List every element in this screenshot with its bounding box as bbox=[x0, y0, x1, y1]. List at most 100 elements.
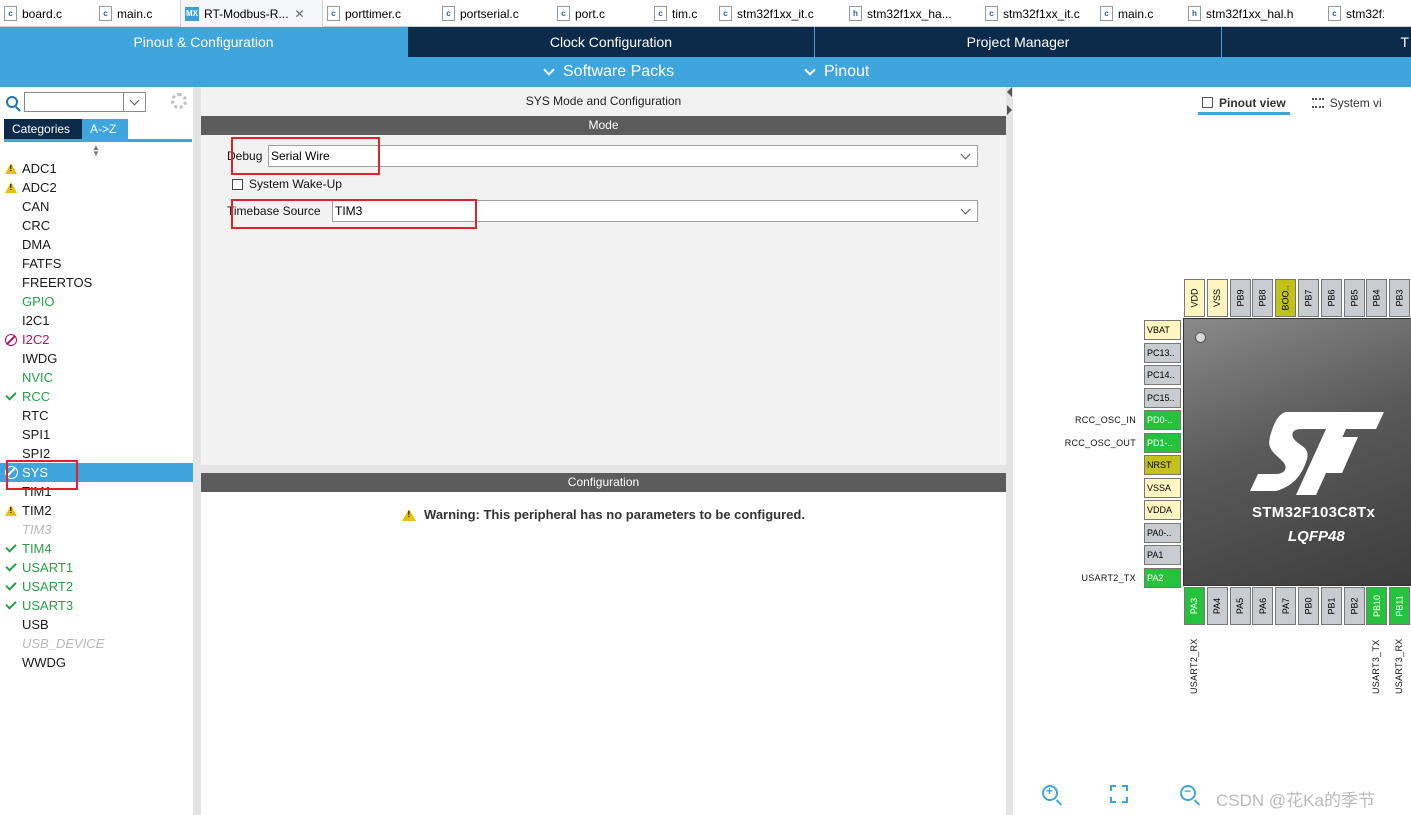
pin-vdd[interactable]: VDD bbox=[1184, 279, 1205, 317]
pin-vdda[interactable]: VDDA bbox=[1144, 500, 1181, 520]
close-icon[interactable]: ✕ bbox=[294, 7, 304, 21]
panel-divider[interactable] bbox=[201, 465, 1006, 473]
sidebar-item-i2c1[interactable]: I2C1 bbox=[0, 311, 193, 330]
sidebar-item-adc1[interactable]: ADC1 bbox=[0, 159, 193, 178]
editor-tab[interactable]: c main.c bbox=[95, 0, 180, 27]
editor-tab[interactable]: h stm32f1xx_hal.h bbox=[1184, 0, 1324, 27]
wakeup-checkbox[interactable] bbox=[232, 178, 243, 190]
tab-pinout-configuration[interactable]: Pinout & Configuration bbox=[0, 27, 407, 57]
sidebar-item-iwdg[interactable]: IWDG bbox=[0, 349, 193, 368]
pin-pc14[interactable]: PC14.. bbox=[1144, 365, 1181, 385]
editor-tab[interactable]: c portserial.c bbox=[438, 0, 553, 27]
sidebar-item-adc2[interactable]: ADC2 bbox=[0, 178, 193, 197]
sidebar-item-label: USART2 bbox=[22, 579, 74, 594]
pin-pb8[interactable]: PB8 bbox=[1252, 279, 1274, 317]
pin-nrst[interactable]: NRST bbox=[1144, 455, 1181, 475]
editor-tab[interactable]: c board.c bbox=[0, 0, 95, 27]
sidebar-item-usart1[interactable]: USART1 bbox=[0, 558, 193, 577]
pin-pa6[interactable]: PA6 bbox=[1252, 587, 1274, 625]
pin-pd1[interactable]: PD1-.. bbox=[1144, 432, 1181, 453]
pin-vssa[interactable]: VSSA bbox=[1144, 477, 1181, 498]
search-dropdown-button[interactable] bbox=[124, 92, 146, 112]
search-input[interactable] bbox=[24, 92, 124, 112]
editor-tab[interactable]: c stm32f1x bbox=[1324, 0, 1384, 27]
sidebar-item-usb[interactable]: USB bbox=[0, 615, 193, 634]
pin-pd0[interactable]: PD0-.. bbox=[1144, 410, 1181, 430]
pin-pb1[interactable]: PB1 bbox=[1320, 587, 1342, 625]
pin-pb11[interactable]: PB11 bbox=[1389, 587, 1411, 625]
wakeup-row[interactable]: System Wake-Up bbox=[232, 177, 342, 191]
editor-tab[interactable]: h stm32f1xx_ha... bbox=[845, 0, 981, 27]
pin-pb2[interactable]: PB2 bbox=[1343, 587, 1365, 625]
sidebar-item-rcc[interactable]: RCC bbox=[0, 387, 193, 406]
pin-pa5[interactable]: PA5 bbox=[1229, 587, 1251, 625]
tab-categories[interactable]: Categories bbox=[4, 119, 82, 139]
zoom-in-button[interactable]: + bbox=[1042, 784, 1058, 806]
sidebar-item-usart3[interactable]: USART3 bbox=[0, 596, 193, 615]
pin-name: PC14.. bbox=[1147, 370, 1175, 380]
status-empty bbox=[0, 273, 22, 292]
editor-tab[interactable]: c main.c bbox=[1096, 0, 1184, 27]
sidebar-item-nvic[interactable]: NVIC bbox=[0, 368, 193, 387]
tab-project-manager[interactable]: Project Manager bbox=[815, 27, 1221, 57]
warning-icon bbox=[5, 182, 17, 193]
software-packs-menu[interactable]: Software Packs bbox=[543, 57, 674, 87]
pin-pb9[interactable]: PB9 bbox=[1229, 279, 1251, 317]
sidebar-item-dma[interactable]: DMA bbox=[0, 235, 193, 254]
collapse-left-icon[interactable] bbox=[1007, 87, 1012, 97]
tab-clock-configuration[interactable]: Clock Configuration bbox=[408, 27, 814, 57]
sidebar-item-rtc[interactable]: RTC bbox=[0, 406, 193, 425]
pin-pb7[interactable]: PB7 bbox=[1298, 279, 1319, 317]
pin-pa4[interactable]: PA4 bbox=[1206, 587, 1228, 625]
sidebar-item-crc[interactable]: CRC bbox=[0, 216, 193, 235]
editor-tab[interactable]: c port.c bbox=[553, 0, 650, 27]
sidebar-item-tim4[interactable]: TIM4 bbox=[0, 539, 193, 558]
pin-pa3[interactable]: PA3 bbox=[1184, 587, 1205, 625]
sidebar-item-tim2[interactable]: TIM2 bbox=[0, 501, 193, 520]
pin-boo[interactable]: BOO.. bbox=[1275, 279, 1297, 317]
pin-pb10[interactable]: PB10 bbox=[1366, 587, 1388, 625]
editor-tab[interactable]: c tim.c bbox=[650, 0, 715, 27]
tab-system-view[interactable]: System vi bbox=[1308, 93, 1386, 113]
sidebar-item-tim3[interactable]: TIM3 bbox=[0, 520, 193, 539]
pin-vbat[interactable]: VBAT bbox=[1144, 320, 1181, 340]
sidebar-item-fatfs[interactable]: FATFS bbox=[0, 254, 193, 273]
pin-pb3[interactable]: PB3 bbox=[1389, 279, 1411, 317]
pin-pc13[interactable]: PC13.. bbox=[1144, 342, 1181, 363]
sidebar-item-can[interactable]: CAN bbox=[0, 197, 193, 216]
sidebar-item-wwdg[interactable]: WWDG bbox=[0, 653, 193, 672]
sidebar-item-usart2[interactable]: USART2 bbox=[0, 577, 193, 596]
sort-icon[interactable]: ▲ ▼ bbox=[92, 144, 100, 158]
pin-name: PB2 bbox=[1349, 597, 1360, 615]
editor-tab[interactable]: c stm32f1xx_it.c bbox=[715, 0, 845, 27]
editor-tab[interactable]: c porttimer.c bbox=[323, 0, 438, 27]
tab-a-to-z[interactable]: A->Z bbox=[82, 119, 128, 139]
pin-vss[interactable]: VSS bbox=[1206, 279, 1228, 317]
fit-screen-button[interactable] bbox=[1110, 785, 1128, 808]
sidebar-item-freertos[interactable]: FREERTOS bbox=[0, 273, 193, 292]
pin-pb6[interactable]: PB6 bbox=[1320, 279, 1342, 317]
editor-tab-label: main.c bbox=[1118, 6, 1154, 21]
pin-pa0[interactable]: PA0-.. bbox=[1144, 522, 1181, 543]
sidebar-item-gpio[interactable]: GPIO bbox=[0, 292, 193, 311]
pin-pa7[interactable]: PA7 bbox=[1275, 587, 1297, 625]
sidebar-scrollbar[interactable] bbox=[193, 87, 201, 815]
pin-pb5[interactable]: PB5 bbox=[1343, 279, 1365, 317]
tab-tools[interactable]: T bbox=[1222, 27, 1411, 57]
editor-tab[interactable]: c stm32f1xx_it.c bbox=[981, 0, 1096, 27]
sidebar-item-spi1[interactable]: SPI1 bbox=[0, 425, 193, 444]
zoom-out-button[interactable]: − bbox=[1180, 784, 1196, 806]
pin-pb4[interactable]: PB4 bbox=[1366, 279, 1388, 317]
tab-pinout-view[interactable]: Pinout view bbox=[1198, 93, 1290, 115]
collapse-right-icon[interactable] bbox=[1007, 105, 1012, 115]
pin-pc15[interactable]: PC15.. bbox=[1144, 387, 1181, 408]
pinout-menu[interactable]: Pinout bbox=[804, 57, 869, 87]
vertical-splitter[interactable] bbox=[1006, 87, 1013, 815]
gear-icon[interactable] bbox=[171, 93, 187, 109]
pin-pa2[interactable]: PA2 bbox=[1144, 567, 1181, 588]
editor-tab[interactable]: MX RT-Modbus-R... ✕ bbox=[180, 0, 323, 27]
pin-pb0[interactable]: PB0 bbox=[1298, 587, 1319, 625]
sidebar-item-i2c2[interactable]: I2C2 bbox=[0, 330, 193, 349]
pin-pa1[interactable]: PA1 bbox=[1144, 545, 1181, 565]
sidebar-item-usb-device[interactable]: USB_DEVICE bbox=[0, 634, 193, 653]
